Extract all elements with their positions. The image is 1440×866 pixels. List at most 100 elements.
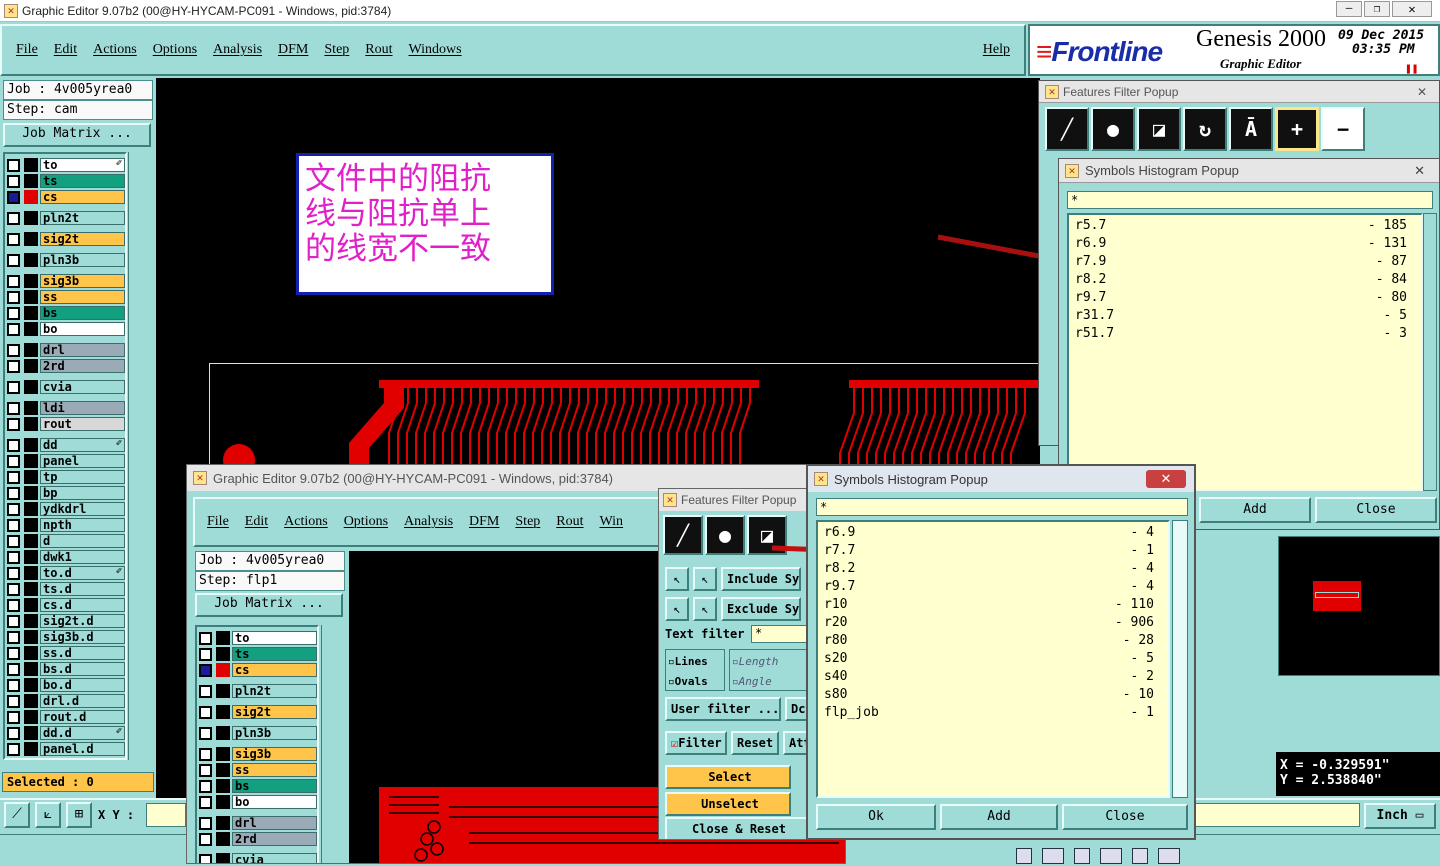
layer-row-panel.d[interactable]: panel.d [5, 741, 125, 757]
layer-checkbox[interactable] [199, 747, 212, 761]
reset-button[interactable]: Reset [731, 731, 779, 755]
layer-name[interactable]: to [232, 631, 317, 645]
layer-checkbox[interactable] [7, 550, 20, 564]
layer-row-sig2t.d[interactable]: sig2t.d [5, 613, 125, 629]
layer-row-drl.d[interactable]: drl.d [5, 693, 125, 709]
close-window-button[interactable]: ✕ [1392, 1, 1432, 17]
minimize-button[interactable]: — [1336, 1, 1362, 17]
tool-icon-2[interactable] [1042, 848, 1064, 864]
arrow-select-icon-3[interactable]: ↖ [665, 597, 689, 621]
layer-checkbox[interactable] [7, 694, 20, 708]
layer-row-dd[interactable]: dd ✐ [5, 437, 125, 453]
layer-row-cs.d[interactable]: cs.d [5, 597, 125, 613]
layer-row-ts[interactable]: ts [5, 173, 125, 189]
layer-row-sig2t[interactable]: sig2t [197, 704, 317, 720]
histogram-row[interactable]: flp_job - 1 [824, 704, 1154, 722]
pad-tool-icon[interactable]: ● [1091, 107, 1135, 151]
layer-row-tp[interactable]: tp [5, 469, 125, 485]
layer-checkbox[interactable] [7, 454, 20, 468]
layer-checkbox[interactable] [7, 566, 20, 580]
layer-name[interactable]: panel [40, 454, 125, 468]
layer-row-to[interactable]: to [197, 630, 317, 646]
histogram-2-close-x[interactable]: ✕ [1146, 470, 1186, 488]
layer-row-cs[interactable]: cs [5, 189, 125, 205]
negative-polarity-icon[interactable]: − [1321, 107, 1365, 151]
histogram-1-filter-input[interactable]: * [1067, 191, 1433, 209]
layer-name[interactable]: ss [40, 290, 125, 304]
menu-edit[interactable]: Edit [54, 42, 77, 58]
layer-row-ss[interactable]: ss [197, 762, 317, 778]
layer-row-sig3b[interactable]: sig3b [197, 746, 317, 762]
unselect-button[interactable]: Unselect [665, 792, 791, 816]
histogram-row[interactable]: r31.7 - 5 [1075, 307, 1407, 325]
histogram-row[interactable]: r9.7 - 4 [824, 578, 1154, 596]
tool-icon-3[interactable] [1074, 848, 1090, 864]
layer-name[interactable]: dwk1 [40, 550, 125, 564]
snap-icon[interactable]: ⟋ [4, 802, 30, 828]
layer-checkbox[interactable] [199, 663, 212, 677]
layer-checkbox[interactable] [7, 598, 20, 612]
layer-checkbox[interactable] [199, 631, 212, 645]
histogram-2-ok-button[interactable]: Ok [816, 804, 936, 830]
layer-row-bs.d[interactable]: bs.d [5, 661, 125, 677]
layer-row-npth[interactable]: npth [5, 517, 125, 533]
layer-checkbox[interactable] [7, 710, 20, 724]
histogram-row[interactable]: r10 - 110 [824, 596, 1154, 614]
overview-map[interactable] [1278, 536, 1440, 676]
layer-name[interactable]: sig2t [40, 232, 125, 246]
layer-name[interactable]: sig3b [232, 747, 317, 761]
layer-checkbox[interactable] [199, 832, 212, 846]
text-tool-icon[interactable]: Ā [1229, 107, 1273, 151]
menu-options-2[interactable]: Options [344, 514, 388, 530]
layer-checkbox[interactable] [199, 816, 212, 830]
layer-name[interactable]: ts.d [40, 582, 125, 596]
histogram-2-scrollbar[interactable] [1172, 520, 1188, 798]
menu-windows-2[interactable]: Win [600, 514, 624, 530]
menu-edit-2[interactable]: Edit [245, 514, 268, 530]
histogram-1-add-button[interactable]: Add [1199, 497, 1311, 523]
layer-name[interactable]: ts [40, 174, 125, 188]
layer-row-ydkdrl[interactable]: ydkdrl [5, 501, 125, 517]
layer-name[interactable]: sig3b [40, 274, 125, 288]
layer-name[interactable]: bs [232, 779, 317, 793]
layer-name[interactable]: bo [232, 795, 317, 809]
layer-name[interactable]: sig2t [232, 705, 317, 719]
menu-windows[interactable]: Windows [409, 42, 462, 58]
menu-dfm-2[interactable]: DFM [469, 514, 499, 530]
histogram-row[interactable]: r51.7 - 3 [1075, 325, 1407, 343]
layer-row-bo.d[interactable]: bo.d [5, 677, 125, 693]
layer-checkbox[interactable] [7, 470, 20, 484]
layer-name[interactable]: ts [232, 647, 317, 661]
menu-rout-2[interactable]: Rout [556, 514, 583, 530]
layer-list-scrollbar[interactable] [128, 152, 152, 760]
layer-checkbox[interactable] [7, 502, 20, 516]
arrow-select-icon[interactable]: ↖ [665, 567, 689, 591]
histogram-row[interactable]: r80 - 28 [824, 632, 1154, 650]
layer-name[interactable]: cs [40, 190, 125, 204]
tool-icon-1[interactable] [1016, 848, 1032, 864]
layer-name[interactable]: panel.d [40, 742, 125, 756]
layer-checkbox[interactable] [7, 274, 20, 288]
text-filter-input[interactable]: * [751, 625, 807, 643]
layer-row-pln2t[interactable]: pln2t [197, 683, 317, 699]
user-filter-button[interactable]: User filter ... [665, 697, 781, 721]
layer-list-2-scrollbar[interactable] [321, 625, 345, 863]
layer-checkbox[interactable] [7, 232, 20, 246]
histogram-1-scrollbar[interactable] [1423, 213, 1437, 491]
layer-row-bo[interactable]: bo [197, 794, 317, 810]
layer-row-bs[interactable]: bs [197, 778, 317, 794]
layer-name[interactable]: bo [40, 322, 125, 336]
layer-row-to.d[interactable]: to.d ✐ [5, 565, 125, 581]
line-tool-icon[interactable]: ╱ [1045, 107, 1089, 151]
layer-row-bo[interactable]: bo [5, 321, 125, 337]
layer-checkbox[interactable] [7, 253, 20, 267]
layer-checkbox[interactable] [7, 742, 20, 756]
layer-row-sig3b.d[interactable]: sig3b.d [5, 629, 125, 645]
job-matrix-button-2[interactable]: Job Matrix ... [195, 593, 343, 617]
dc-button[interactable]: Dc [785, 697, 807, 721]
grid-icon[interactable]: ⊞ [66, 802, 92, 828]
layer-checkbox[interactable] [7, 211, 20, 225]
include-symbols-button[interactable]: Include Sym [721, 567, 801, 591]
layer-name[interactable]: pln2t [40, 211, 125, 225]
layer-name[interactable]: sig3b.d [40, 630, 125, 644]
